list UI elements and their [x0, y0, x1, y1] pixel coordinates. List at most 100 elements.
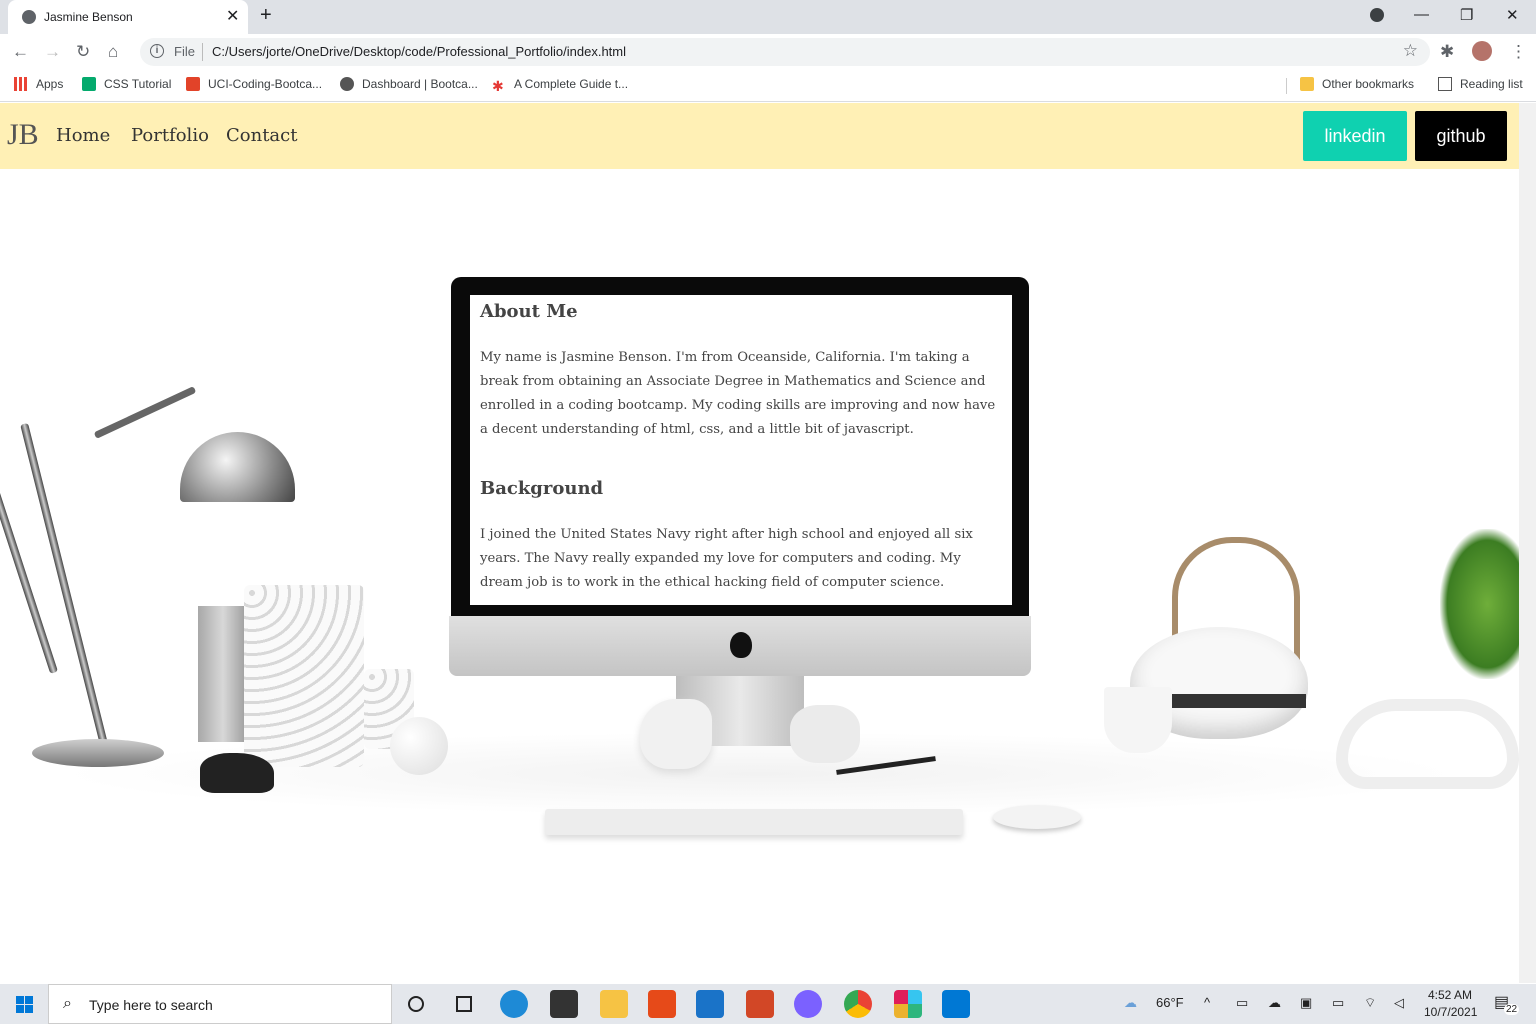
- display-icon[interactable]: ▣: [1300, 995, 1312, 1011]
- chrome-icon[interactable]: [844, 990, 872, 1018]
- bookmark-dashboard[interactable]: Dashboard | Bootca...: [340, 77, 478, 91]
- reload-icon[interactable]: ↻: [76, 42, 90, 62]
- vscode-icon[interactable]: [942, 990, 970, 1018]
- bookmark-css-tutorial[interactable]: CSS Tutorial: [82, 77, 171, 91]
- browser-toolbar: ← → ↻ ⌂ i File C:/Users/jorte/OneDrive/D…: [0, 34, 1536, 70]
- folder-icon: [1300, 77, 1314, 91]
- reading-list[interactable]: Reading list: [1438, 77, 1523, 91]
- tray-chevron-icon[interactable]: ^: [1204, 995, 1210, 1010]
- powerpoint-icon[interactable]: [746, 990, 774, 1018]
- background-text: I joined the United States Navy right af…: [480, 527, 973, 590]
- search-placeholder: Type here to search: [89, 997, 213, 1013]
- volume-icon[interactable]: ◁: [1394, 995, 1404, 1011]
- bookmark-uci-coding[interactable]: UCI-Coding-Bootca...: [186, 77, 322, 91]
- browser-tab[interactable]: Jasmine Benson ✕: [8, 0, 248, 34]
- pencil-cup: [198, 606, 248, 742]
- clock-time[interactable]: 4:52 AM: [1428, 988, 1472, 1002]
- asterisk-icon: ✱: [492, 78, 504, 94]
- github-button[interactable]: github: [1415, 111, 1507, 161]
- lamp-arm: [93, 386, 197, 439]
- perforated-vase: [244, 585, 364, 767]
- address-url[interactable]: C:/Users/jorte/OneDrive/Desktop/code/Pro…: [212, 44, 626, 59]
- back-icon[interactable]: ←: [12, 42, 29, 62]
- about-heading: About Me: [480, 301, 578, 322]
- weather-icon: ☁: [1124, 995, 1137, 1010]
- gitlab-icon: [186, 77, 200, 91]
- w3schools-icon: [82, 77, 96, 91]
- address-scheme: File: [174, 44, 195, 59]
- nav-contact[interactable]: Contact: [226, 125, 297, 146]
- avatar[interactable]: [1472, 41, 1492, 61]
- minimize-button[interactable]: —: [1414, 6, 1429, 23]
- crumpled-paper: [790, 705, 860, 763]
- battery-icon[interactable]: ▭: [1332, 995, 1344, 1011]
- bookmark-other[interactable]: Other bookmarks: [1300, 77, 1414, 91]
- meet-icon[interactable]: ▭: [1236, 995, 1248, 1011]
- about-text: My name is Jasmine Benson. I'm from Ocea…: [480, 350, 996, 437]
- bookmark-apps[interactable]: Apps: [14, 77, 63, 91]
- background-heading: Background: [480, 478, 604, 499]
- discord-icon[interactable]: [794, 990, 822, 1018]
- teapot-band: [1172, 694, 1306, 708]
- headphones: [1336, 699, 1519, 789]
- home-icon[interactable]: ⌂: [108, 42, 118, 62]
- page-scrollbar[interactable]: [1519, 103, 1536, 983]
- apple-logo-icon: [730, 632, 752, 658]
- linkedin-button[interactable]: linkedin: [1303, 111, 1407, 161]
- site-logo[interactable]: JB: [7, 118, 39, 152]
- close-tab-icon[interactable]: ✕: [226, 6, 239, 26]
- mail-icon[interactable]: [696, 990, 724, 1018]
- window-close-button[interactable]: ✕: [1506, 6, 1519, 24]
- nav-portfolio[interactable]: Portfolio: [131, 125, 209, 146]
- bird-figurine: [640, 699, 712, 769]
- wifi-icon[interactable]: ⌔: [1364, 995, 1376, 1011]
- edge-icon[interactable]: [500, 990, 528, 1018]
- store-icon[interactable]: [550, 990, 578, 1018]
- forward-icon[interactable]: →: [44, 42, 61, 62]
- glass-ball: [390, 717, 448, 775]
- info-icon[interactable]: i: [150, 44, 164, 58]
- windows-start-icon[interactable]: [16, 996, 33, 1013]
- cloud-icon[interactable]: ☁: [1268, 995, 1281, 1011]
- bookmarks-bar: Apps CSS Tutorial UCI-Coding-Bootca... D…: [0, 70, 1536, 102]
- search-icon: ⌕: [63, 995, 72, 1012]
- globe-icon: [22, 10, 36, 24]
- taskbar-search-box[interactable]: ⌕ Type here to search: [48, 984, 392, 1024]
- maximize-button[interactable]: ❐: [1460, 6, 1473, 24]
- lamp-base: [32, 739, 164, 767]
- new-tab-button[interactable]: +: [260, 4, 272, 27]
- weather-temp[interactable]: 66°F: [1156, 995, 1184, 1010]
- desk-background-image: About Me My name is Jasmine Benson. I'm …: [0, 169, 1519, 983]
- profile-menu-icon[interactable]: [1370, 8, 1384, 22]
- nav-home[interactable]: Home: [56, 125, 110, 146]
- office-icon[interactable]: [648, 990, 676, 1018]
- keyboard: [545, 809, 963, 835]
- extensions-icon[interactable]: ✱: [1440, 42, 1454, 62]
- lamp-head: [180, 432, 295, 502]
- file-explorer-icon[interactable]: [600, 990, 628, 1018]
- reading-list-icon: [1438, 77, 1452, 91]
- globe-icon: [340, 77, 354, 91]
- clock-date[interactable]: 10/7/2021: [1424, 1005, 1477, 1019]
- bookmarks-divider: [1286, 78, 1287, 94]
- cortana-icon[interactable]: [408, 996, 424, 1012]
- windows-taskbar: ⌕ Type here to search ☁ 66°F ^ ▭ ☁ ▣ ▭ ⌔…: [0, 984, 1536, 1024]
- more-menu-icon[interactable]: ⋮: [1510, 42, 1527, 62]
- slack-icon[interactable]: [894, 990, 922, 1018]
- site-navbar: JB Home Portfolio Contact linkedin githu…: [0, 103, 1519, 169]
- browser-tab-bar: Jasmine Benson ✕ + — ❐ ✕: [0, 0, 1536, 34]
- lamp-arm: [20, 422, 108, 746]
- mouse: [993, 805, 1081, 829]
- notification-badge: 22: [1504, 1004, 1520, 1015]
- tab-title: Jasmine Benson: [44, 10, 133, 24]
- tea-cup: [1104, 687, 1172, 753]
- bookmark-complete-guide[interactable]: ✱ A Complete Guide t...: [492, 77, 628, 93]
- address-divider: [202, 43, 203, 61]
- apps-grid-icon: [14, 77, 28, 91]
- address-bar[interactable]: i File C:/Users/jorte/OneDrive/Desktop/c…: [140, 38, 1430, 66]
- web-page: JB Home Portfolio Contact linkedin githu…: [0, 103, 1519, 983]
- bookmark-star-icon[interactable]: ☆: [1403, 41, 1418, 61]
- panda-figurine: [200, 753, 274, 793]
- task-view-icon[interactable]: [456, 996, 472, 1012]
- about-section: About Me My name is Jasmine Benson. I'm …: [470, 295, 1012, 605]
